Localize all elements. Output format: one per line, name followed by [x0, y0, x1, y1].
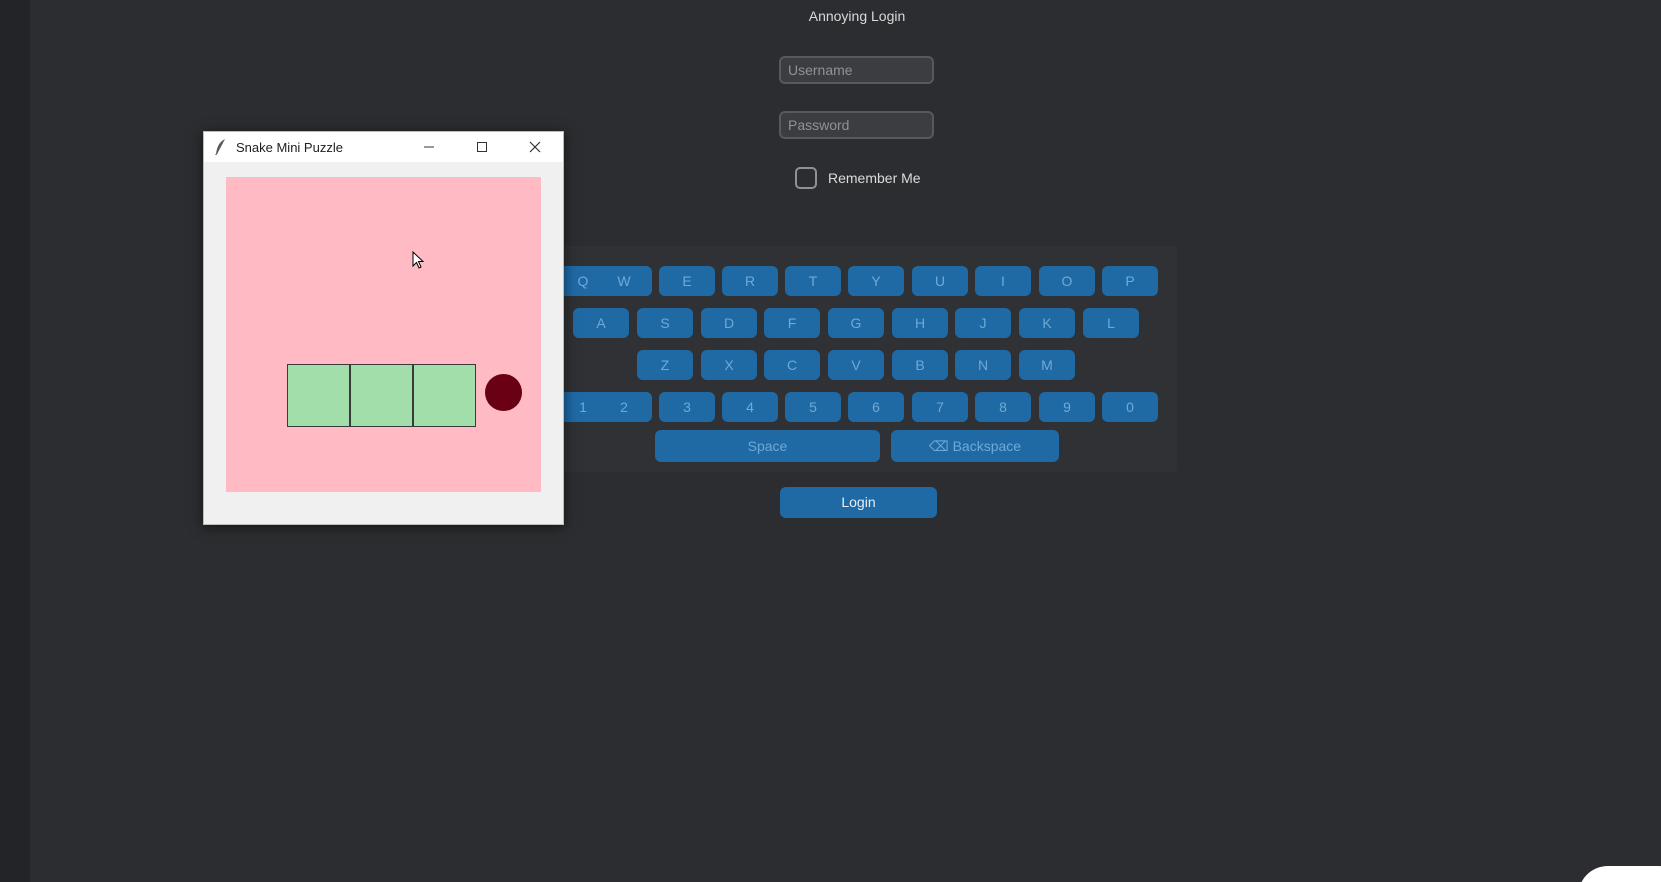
backspace-key[interactable]: ⌫ Backspace [891, 430, 1059, 462]
on-screen-keyboard: Q W E R T Y U I O P A S D F G H J K L Z … [555, 246, 1177, 472]
key-m[interactable]: M [1019, 350, 1075, 380]
mouse-cursor-icon [412, 251, 425, 269]
key-t[interactable]: T [785, 266, 841, 296]
password-input[interactable] [779, 111, 934, 139]
key-d[interactable]: D [701, 308, 757, 338]
key-l[interactable]: L [1083, 308, 1139, 338]
key-i[interactable]: I [975, 266, 1031, 296]
key-o[interactable]: O [1039, 266, 1095, 296]
key-v[interactable]: V [828, 350, 884, 380]
maximize-button[interactable] [459, 132, 505, 162]
key-0[interactable]: 0 [1102, 392, 1158, 422]
key-n[interactable]: N [955, 350, 1011, 380]
close-button[interactable] [512, 132, 558, 162]
key-r[interactable]: R [722, 266, 778, 296]
key-g[interactable]: G [828, 308, 884, 338]
key-k[interactable]: K [1019, 308, 1075, 338]
key-8[interactable]: 8 [975, 392, 1031, 422]
minimize-icon [424, 146, 434, 148]
key-x[interactable]: X [701, 350, 757, 380]
corner-overlay [1578, 866, 1661, 882]
key-p[interactable]: P [1102, 266, 1158, 296]
key-y[interactable]: Y [848, 266, 904, 296]
snake-head [413, 364, 476, 427]
close-icon [529, 141, 541, 153]
key-9[interactable]: 9 [1039, 392, 1095, 422]
snake-game-canvas[interactable] [226, 177, 541, 492]
key-7[interactable]: 7 [912, 392, 968, 422]
key-s[interactable]: S [637, 308, 693, 338]
space-key[interactable]: Space [655, 430, 880, 462]
food-dot [485, 374, 522, 411]
key-w[interactable]: W [596, 266, 652, 296]
left-edge-strip [0, 0, 30, 882]
login-button[interactable]: Login [780, 487, 937, 518]
key-6[interactable]: 6 [848, 392, 904, 422]
minimize-button[interactable] [406, 132, 452, 162]
app-title: Annoying Login [808, 8, 906, 24]
key-4[interactable]: 4 [722, 392, 778, 422]
desktop-screen: Annoying Login Remember Me Q W E R T Y U… [0, 0, 1661, 882]
window-title: Snake Mini Puzzle [236, 140, 343, 155]
key-2[interactable]: 2 [596, 392, 652, 422]
remember-me-label: Remember Me [828, 170, 921, 186]
key-z[interactable]: Z [637, 350, 693, 380]
key-f[interactable]: F [764, 308, 820, 338]
username-input[interactable] [779, 56, 934, 84]
key-5[interactable]: 5 [785, 392, 841, 422]
window-titlebar[interactable]: Snake Mini Puzzle [204, 132, 563, 162]
key-b[interactable]: B [892, 350, 948, 380]
snake-puzzle-window[interactable]: Snake Mini Puzzle [203, 131, 564, 525]
key-u[interactable]: U [912, 266, 968, 296]
snake-segment [350, 364, 413, 427]
checkbox-box[interactable] [795, 167, 817, 189]
key-e[interactable]: E [659, 266, 715, 296]
snake-segment [287, 364, 350, 427]
maximize-icon [477, 142, 487, 152]
key-c[interactable]: C [764, 350, 820, 380]
key-3[interactable]: 3 [659, 392, 715, 422]
feather-icon [215, 139, 225, 155]
key-a[interactable]: A [573, 308, 629, 338]
key-h[interactable]: H [892, 308, 948, 338]
key-j[interactable]: J [955, 308, 1011, 338]
remember-me-checkbox[interactable]: Remember Me [795, 167, 921, 189]
